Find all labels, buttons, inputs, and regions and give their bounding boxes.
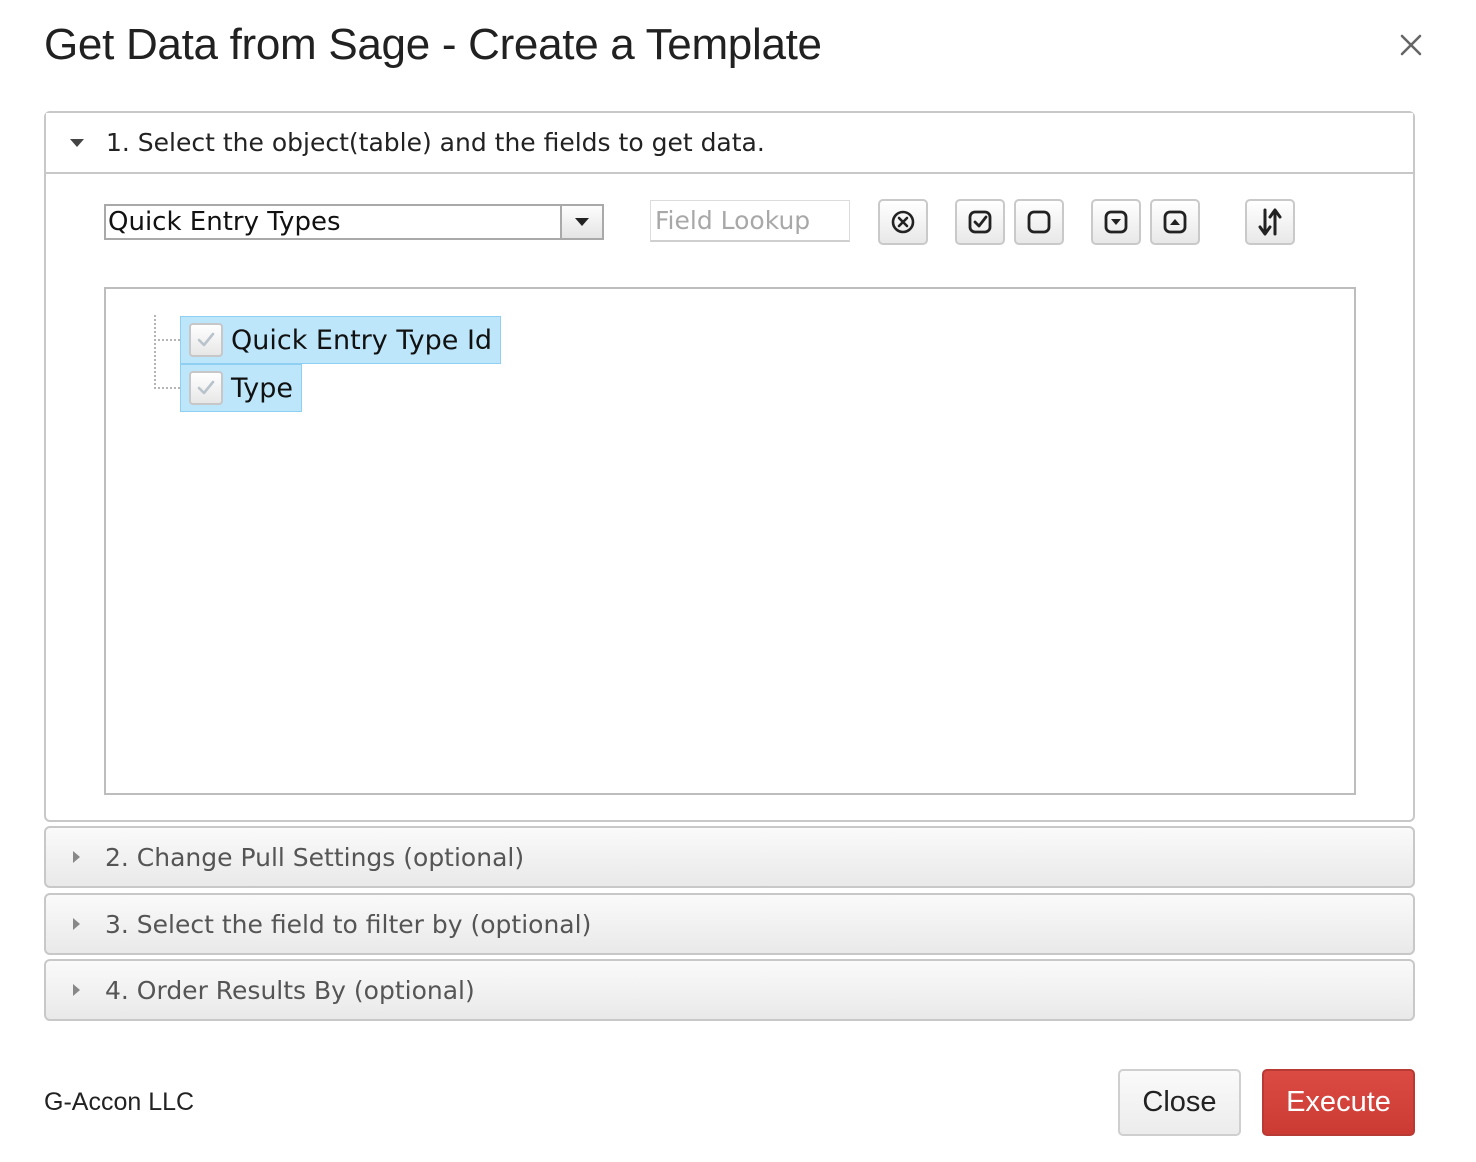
object-select-dropdown-button[interactable] (560, 206, 602, 238)
checked-box-icon (968, 210, 992, 234)
collapsed-triangle-icon (73, 984, 80, 996)
field-tree: Quick Entry Type Id Type (104, 287, 1356, 795)
checkmark-icon (197, 380, 215, 395)
object-select[interactable]: Quick Entry Types (104, 204, 604, 240)
expanded-triangle-icon (70, 138, 84, 147)
collapsed-triangle-icon (73, 851, 80, 863)
circle-x-icon (891, 210, 915, 234)
node-checkbox[interactable] (189, 371, 223, 405)
chevron-down-icon (575, 218, 589, 226)
checkmark-icon (197, 332, 215, 347)
node-label: Quick Entry Type Id (231, 324, 493, 356)
uncheck-all-button[interactable] (1014, 199, 1064, 245)
box-arrow-down-icon (1104, 210, 1128, 234)
node-label: Type (231, 372, 294, 404)
tree-connector (154, 387, 180, 389)
section-2-label: 2. Change Pull Settings (optional) (105, 842, 525, 872)
check-all-button[interactable] (955, 199, 1005, 245)
section-select-object: 1. Select the object(table) and the fiel… (44, 111, 1415, 822)
section-1-label: 1. Select the object(table) and the fiel… (106, 128, 765, 157)
collapse-all-button[interactable] (1150, 199, 1200, 245)
section-3-label: 3. Select the field to filter by (option… (105, 909, 592, 939)
tree-connector (154, 339, 180, 341)
sort-arrows-icon (1258, 208, 1282, 236)
section-1-header[interactable]: 1. Select the object(table) and the fiel… (46, 113, 1413, 174)
box-arrow-up-icon (1163, 210, 1187, 234)
collapsed-triangle-icon (73, 918, 80, 930)
tree-node-type[interactable]: Type (180, 364, 303, 412)
field-lookup-input[interactable] (650, 200, 850, 242)
close-icon[interactable] (1394, 28, 1428, 62)
brand-label: G-Accon LLC (44, 1088, 195, 1116)
close-button[interactable]: Close (1118, 1069, 1241, 1136)
sort-button[interactable] (1245, 199, 1295, 245)
expand-all-button[interactable] (1091, 199, 1141, 245)
object-select-value: Quick Entry Types (108, 207, 341, 237)
node-checkbox[interactable] (189, 323, 223, 357)
section-4-label: 4. Order Results By (optional) (105, 975, 475, 1005)
section-pull-settings[interactable]: 2. Change Pull Settings (optional) (44, 826, 1415, 888)
dialog-title: Get Data from Sage - Create a Template (44, 20, 822, 69)
section-filter-by[interactable]: 3. Select the field to filter by (option… (44, 893, 1415, 955)
empty-box-icon (1027, 210, 1051, 234)
section-order-results[interactable]: 4. Order Results By (optional) (44, 959, 1415, 1021)
clear-lookup-button[interactable] (878, 199, 928, 245)
execute-button[interactable]: Execute (1262, 1069, 1415, 1136)
tree-node-quick-entry-type-id[interactable]: Quick Entry Type Id (180, 316, 502, 364)
tree-connector (154, 315, 156, 389)
